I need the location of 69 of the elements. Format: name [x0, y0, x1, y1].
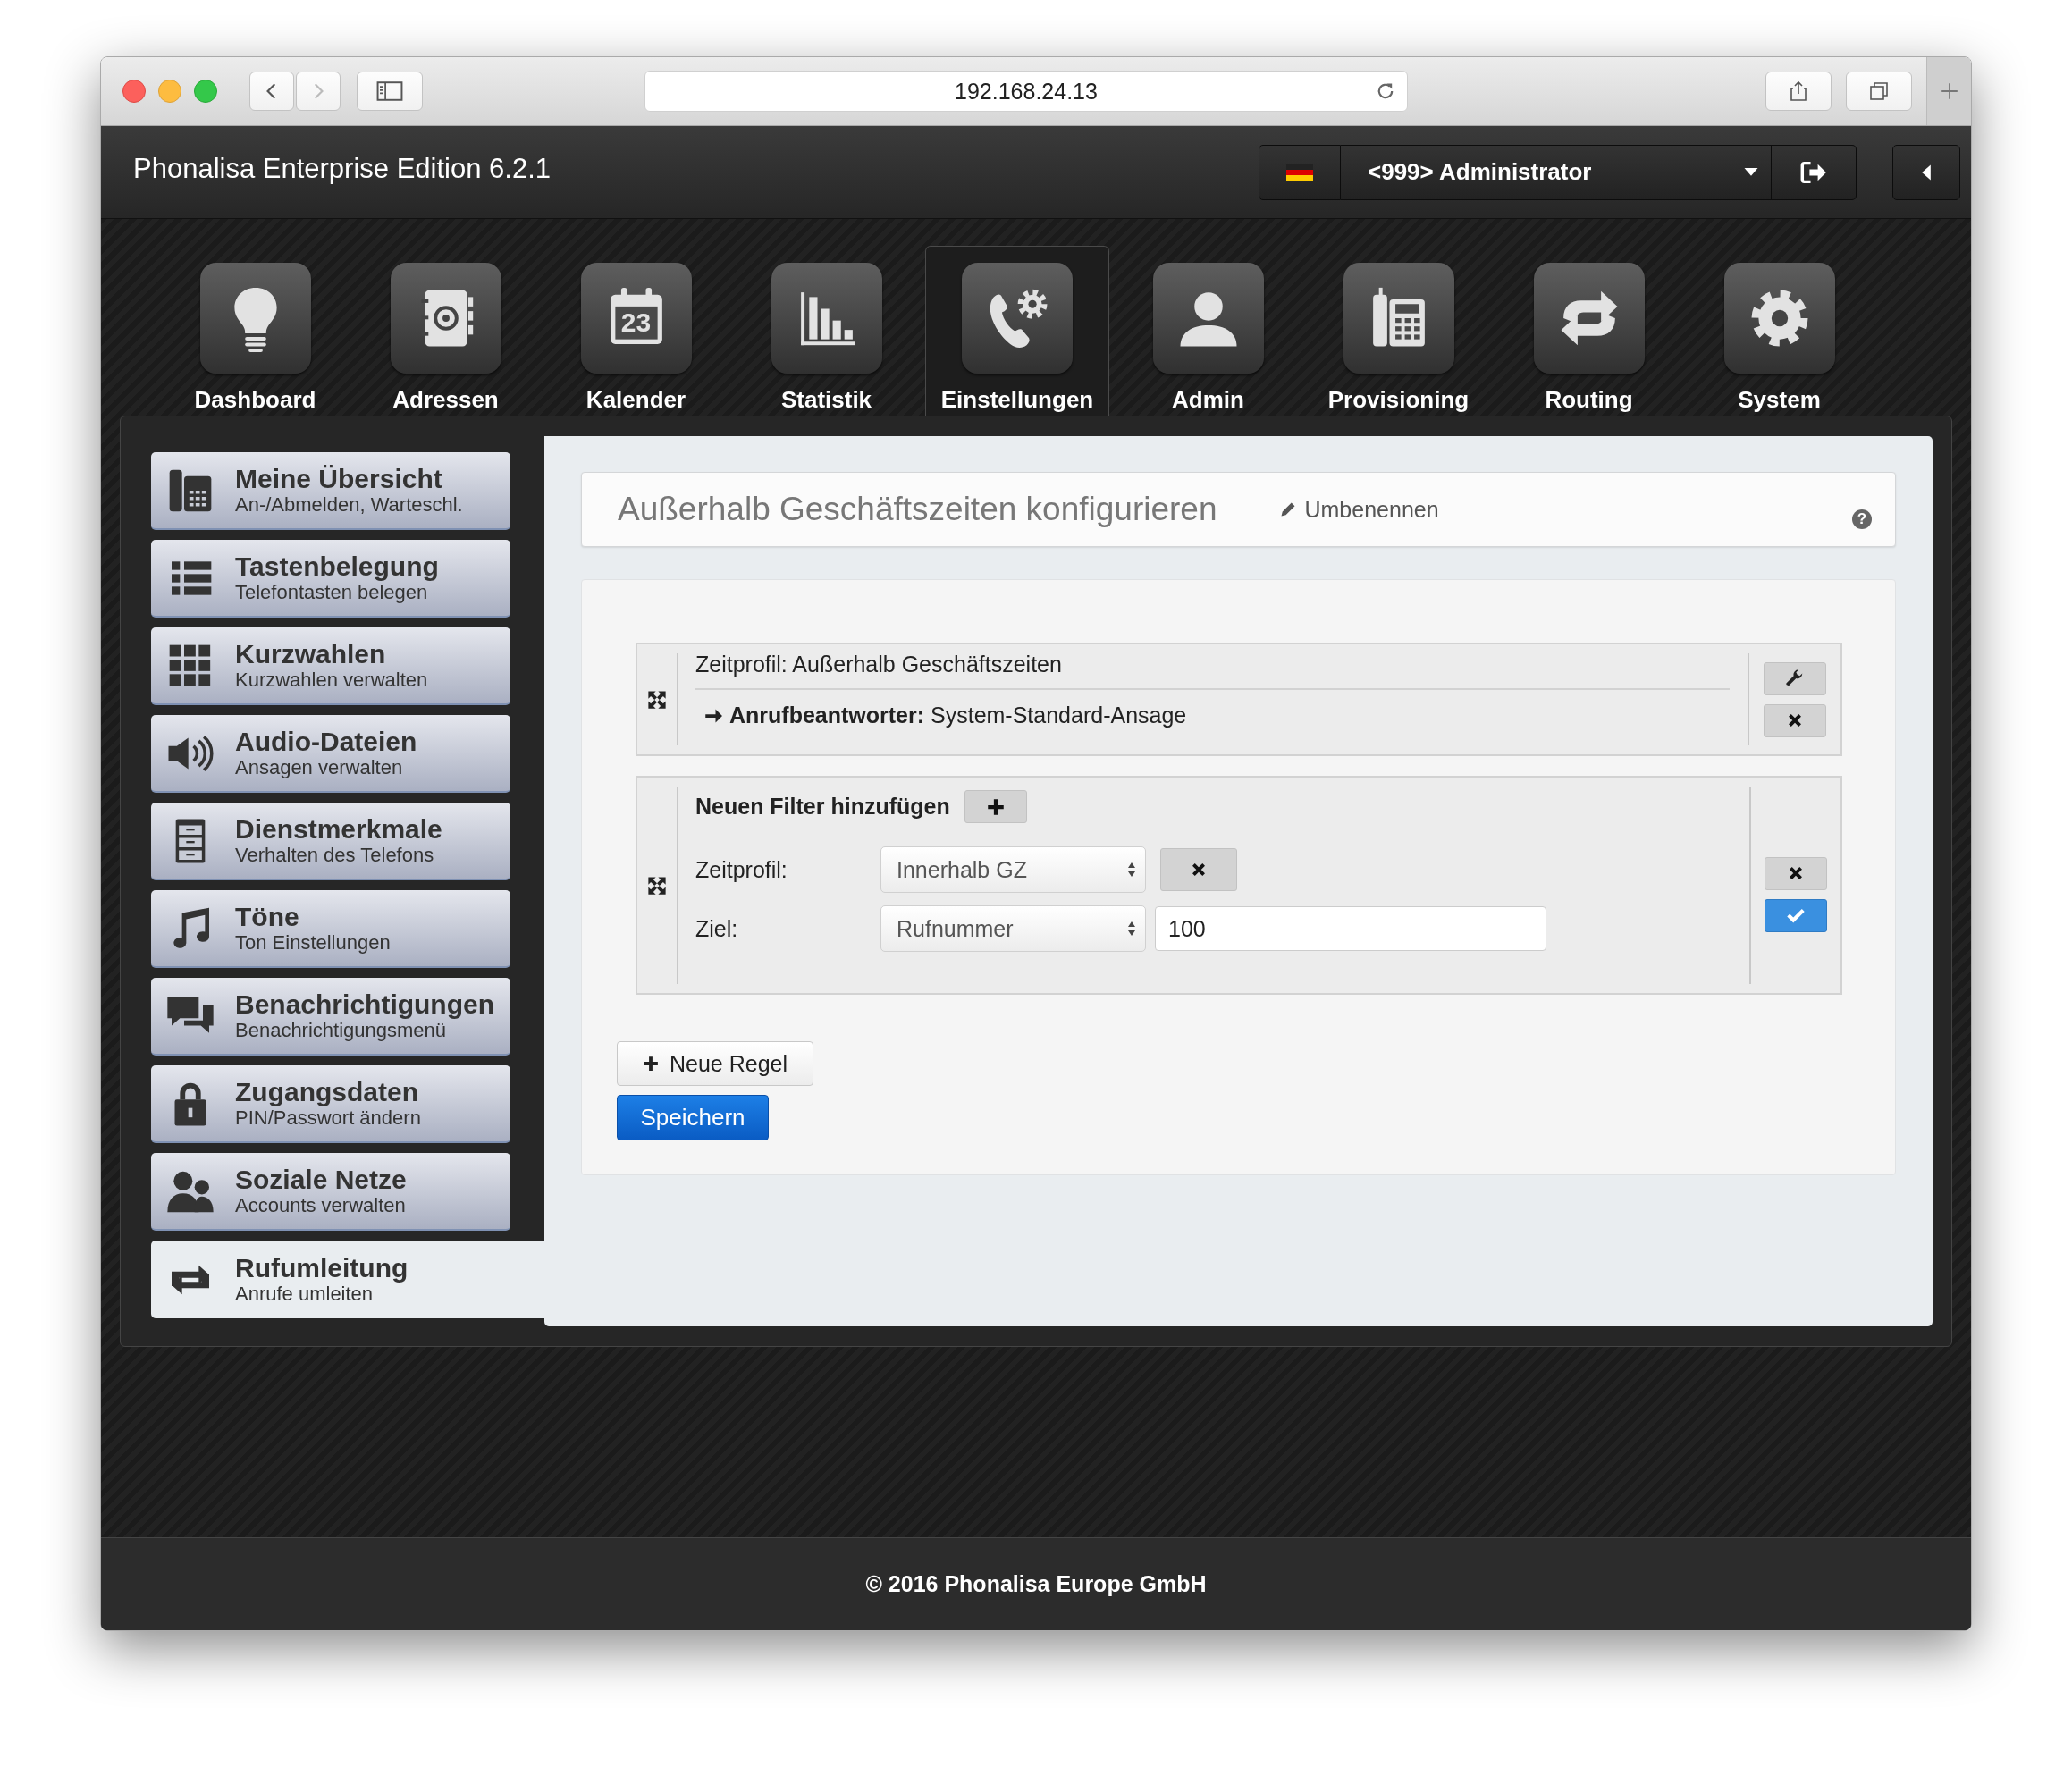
rename-link[interactable]: Umbenennen	[1279, 496, 1439, 523]
select-field[interactable]: Innerhalb GZ	[880, 846, 1146, 893]
url-text: 192.168.24.13	[955, 78, 1098, 105]
sidebar-button[interactable]	[357, 72, 423, 111]
sidebar-item[interactable]: Soziale Netze Accounts verwalten	[151, 1153, 510, 1231]
sidebar-icon	[376, 81, 403, 101]
copyright-text: © 2016 Phonalisa Europe GmbH	[865, 1571, 1207, 1597]
tabs-button[interactable]	[1846, 72, 1912, 111]
back-button[interactable]	[249, 72, 294, 111]
flag-icon	[1286, 164, 1313, 181]
cancel-button[interactable]	[1765, 856, 1827, 890]
language-button[interactable]	[1259, 144, 1341, 200]
expand-icon[interactable]	[647, 689, 667, 710]
field-label: Zeitprofil:	[695, 856, 788, 883]
app-title: Phonalisa Enterprise Edition 6.2.1	[133, 152, 551, 185]
save-button[interactable]: Speichern	[617, 1095, 769, 1140]
select-field[interactable]: Rufnummer	[880, 905, 1146, 952]
page-title: Außerhalb Geschäftszeiten konfigurieren	[618, 491, 1217, 528]
field-label: Ziel:	[695, 915, 739, 942]
sidebar-item[interactable]: Zugangsdaten PIN/Passwort ändern	[151, 1065, 510, 1143]
sidebar-item[interactable]: Kurzwahlen Kurzwahlen verwalten	[151, 627, 510, 705]
logout-icon	[1800, 160, 1827, 184]
edit-button[interactable]	[1764, 661, 1826, 695]
rule-profile: Zeitprofil: Außerhalb Geschäftszeiten	[695, 652, 1730, 690]
delete-button[interactable]	[1764, 703, 1826, 737]
plus-icon	[986, 797, 1005, 816]
nav-tab[interactable]: Admin	[1113, 246, 1303, 416]
close-icon	[1788, 865, 1804, 881]
sidebar-item[interactable]: Tastenbelegung Telefontasten belegen	[151, 540, 510, 618]
nav-tab[interactable]: 23 Kalender	[541, 246, 731, 416]
nav-tab[interactable]: Einstellungen	[925, 246, 1109, 416]
sidebar-item[interactable]: Benachrichtigungen Benachrichtigungsmenü	[151, 978, 510, 1056]
plus-icon	[1939, 81, 1959, 101]
close-icon	[1787, 712, 1803, 728]
add-filter-button[interactable]	[964, 790, 1027, 823]
nav-tab[interactable]: Statistik	[731, 246, 922, 416]
expand-icon[interactable]	[647, 875, 667, 896]
tabs-icon	[1869, 81, 1889, 101]
remove-button[interactable]	[1160, 848, 1237, 891]
nav-tab[interactable]: System	[1684, 246, 1874, 416]
caret-icon	[1744, 167, 1758, 177]
sidebar-item[interactable]: Töne Ton Einstellungen	[151, 890, 510, 968]
user-dropdown[interactable]: <999> Administrator	[1341, 144, 1772, 200]
confirm-button[interactable]	[1765, 898, 1827, 932]
nav-tab[interactable]: Provisioning	[1303, 246, 1494, 416]
share-icon	[1790, 80, 1807, 102]
rule-action: Anrufbeantworter: System-Standard-Ansage	[729, 702, 1187, 728]
updown-caret-icon	[1127, 921, 1136, 937]
updown-caret-icon	[1127, 862, 1136, 878]
address-bar[interactable]: 192.168.24.13	[644, 71, 1408, 112]
plus-icon	[643, 1056, 659, 1072]
calendar-day-number: 23	[619, 307, 653, 338]
close-icon	[1191, 862, 1207, 878]
filter-title: Neuen Filter hinzufügen	[695, 794, 950, 820]
wrench-icon	[1785, 669, 1805, 688]
close-button[interactable]	[122, 80, 146, 103]
help-button[interactable]: ?	[1852, 509, 1872, 529]
nav-tab[interactable]: Routing	[1494, 246, 1684, 416]
input-field[interactable]: 100	[1155, 906, 1546, 951]
sidebar-item[interactable]: Meine Übersicht An-/Abmelden, Warteschl.	[151, 452, 510, 530]
new-rule-button[interactable]: Neue Regel	[617, 1041, 813, 1086]
sidebar-item[interactable]: Rufumleitung Anrufe umleiten	[151, 1241, 544, 1318]
sidebar-item[interactable]: Audio-Dateien Ansagen verwalten	[151, 715, 510, 793]
nav-tab[interactable]: Dashboard	[160, 246, 350, 416]
logout-button[interactable]	[1772, 144, 1857, 200]
triangle-left-icon	[1921, 164, 1932, 181]
sidebar-item[interactable]: Dienstmerkmale Verhalten des Telefons	[151, 803, 510, 880]
share-button[interactable]	[1765, 72, 1832, 111]
nav-tab[interactable]: Adressen	[350, 246, 541, 416]
